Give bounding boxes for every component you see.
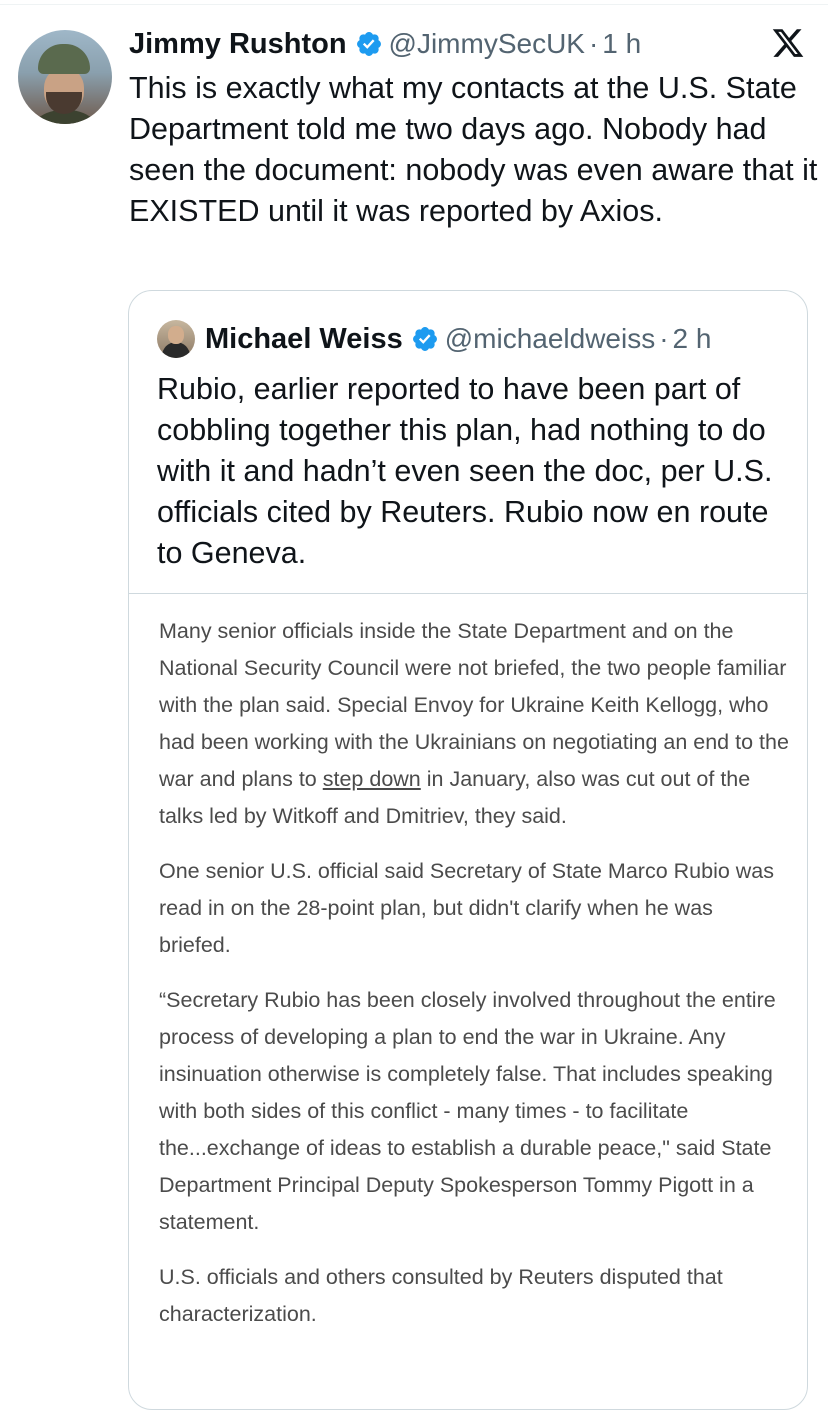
quoted-header-separator: · (659, 323, 669, 354)
quoted-tweet-card[interactable]: Michael Weiss @michaeldweiss · 2 h Rubio… (128, 290, 808, 1410)
excerpt-paragraph-3: “Secretary Rubio has been closely involv… (159, 988, 776, 1234)
quoted-media-divider (129, 593, 807, 594)
excerpt-paragraph-1: Many senior officials inside the State D… (159, 613, 789, 835)
tweet-text: This is exactly what my contacts at the … (129, 71, 818, 228)
author-handle[interactable]: @JimmySecUK (389, 28, 585, 60)
excerpt-paragraph-2: One senior U.S. official said Secretary … (159, 859, 775, 957)
verified-badge-icon (412, 327, 437, 351)
author-avatar[interactable] (18, 30, 112, 124)
quoted-avatar-body (162, 342, 190, 358)
quoted-author-name[interactable]: Michael Weiss (205, 323, 403, 356)
tweet-timestamp[interactable]: 1 h (602, 28, 641, 60)
quoted-tweet-timestamp[interactable]: 2 h (673, 323, 712, 355)
quoted-tweet-text: Rubio, earlier reported to have been par… (157, 372, 773, 570)
top-divider (0, 4, 828, 5)
tweet-header: Jimmy Rushton @JimmySecUK · 1 h (129, 24, 641, 64)
quoted-author-avatar[interactable] (157, 320, 195, 358)
author-name[interactable]: Jimmy Rushton (129, 28, 347, 61)
quoted-avatar-face (168, 326, 184, 344)
quoted-tweet-header: Michael Weiss @michaeldweiss · 2 h (157, 319, 711, 359)
step-down-link: step down (322, 767, 421, 791)
excerpt-paragraph-4: U.S. officials and others consulted by R… (159, 1265, 723, 1326)
article-excerpt-image[interactable]: Many senior officials inside the State D… (159, 613, 789, 1351)
header-separator: · (588, 28, 599, 59)
quoted-author-handle[interactable]: @michaeldweiss (445, 323, 656, 355)
x-logo-icon[interactable] (770, 26, 806, 60)
avatar-helmet (38, 44, 90, 74)
verified-badge-icon (356, 32, 381, 56)
excerpt-p1-text-start: Many senior officials inside the State D… (159, 619, 789, 791)
